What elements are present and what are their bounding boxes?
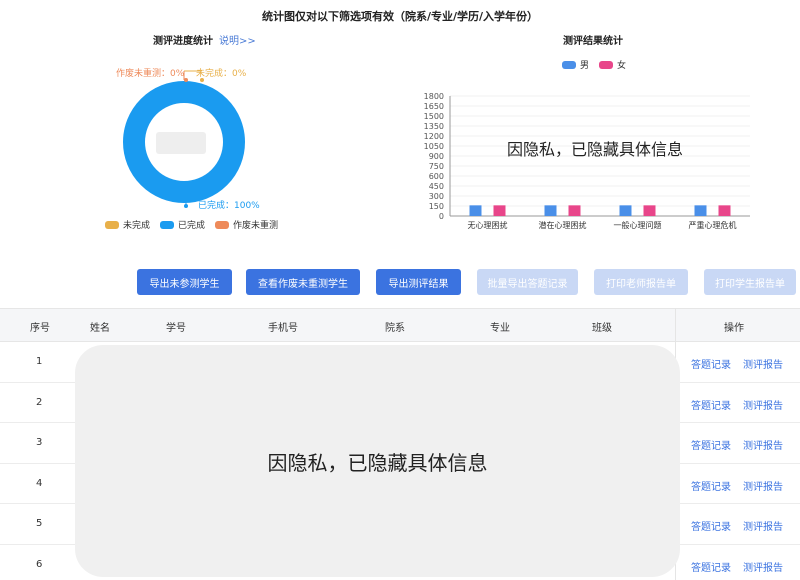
answer-record-link[interactable]: 答题记录 [691,478,731,493]
col-phone: 手机号 [268,323,298,334]
batch-export-button[interactable]: 批量导出答题记录 [477,269,578,295]
assessment-report-link[interactable]: 测评报告 [743,518,783,533]
bar-male [619,205,632,216]
results-title: 测评结果统计 [563,36,623,47]
col-major: 专业 [490,323,510,334]
answer-record-link[interactable]: 答题记录 [691,559,731,574]
col-index: 序号 [30,323,50,334]
y-tick-label: 1500 [424,112,444,121]
print-student-report-button[interactable]: 打印学生报告单 [704,269,796,295]
assessment-report-link[interactable]: 测评报告 [743,397,783,412]
results-legend: 男 女 [562,58,626,71]
y-tick-label: 1650 [424,102,444,111]
answer-record-link[interactable]: 答题记录 [691,437,731,452]
finished-dot [184,204,188,208]
bar-male [469,205,482,216]
legend-male[interactable]: 男 [580,58,589,71]
help-link[interactable]: 说明>> [219,32,256,47]
row-index: 5 [36,518,43,529]
row-index: 4 [36,477,43,489]
legend-swatch-finished [160,220,175,229]
print-teacher-report-button[interactable]: 打印老师报告单 [594,269,688,295]
legend-cheat[interactable]: 作废未重测 [233,218,278,231]
row-index: 6 [36,558,43,570]
col-department: 院系 [385,323,405,334]
row-index: 2 [36,396,43,408]
answer-record-link[interactable]: 答题记录 [691,356,731,371]
export-unassessed-button[interactable]: 导出未参测学生 [137,269,232,295]
legend-unfinished[interactable]: 未完成 [123,218,150,231]
bar-male [544,205,557,216]
col-class: 班级 [592,323,612,334]
filter-notice: 统计图仅对以下筛选项有效（院系/专业/学历/入学年份） [261,10,539,23]
y-tick-label: 0 [439,212,444,221]
y-tick-label: 600 [429,172,444,181]
y-tick-label: 900 [429,152,444,161]
assessment-report-link[interactable]: 测评报告 [743,437,783,452]
legend-swatch-cheat [215,220,230,229]
progress-donut [123,70,245,208]
export-results-button[interactable]: 导出测评结果 [376,269,461,295]
legend-swatch-unfinished [105,220,119,229]
table-privacy-overlay: 因隐私，已隐藏具体信息 [75,345,680,577]
assessment-report-link[interactable]: 测评报告 [743,559,783,574]
answer-record-link[interactable]: 答题记录 [691,518,731,533]
x-tick-label: 潜在心理困扰 [539,220,587,230]
y-tick-label: 150 [429,202,444,211]
finished-label: 已完成：100% [198,201,260,211]
col-student-id: 学号 [166,323,186,334]
col-actions: 操作 [724,323,744,334]
chart-privacy-note: 因隐私，已隐藏具体信息 [506,140,683,159]
table-header: 序号 姓名 学号 手机号 院系 专业 班级 操作 [0,308,800,342]
unfinished-label: 未完成：0% [196,69,247,79]
legend-finished[interactable]: 已完成 [178,218,205,231]
y-tick-label: 1350 [424,122,444,131]
progress-title: 测评进度统计 [153,36,213,47]
bar-female [718,205,731,216]
report-page: { "notice": "统计图仅对以下筛选项有效（院系/专业/学历/入学年份）… [0,0,800,580]
bar-female [643,205,656,216]
x-tick-label: 一般心理问题 [614,220,662,230]
x-tick-label: 严重心理危机 [689,220,737,230]
cheat-label: 作废未重测：0% [116,69,185,79]
answer-record-link[interactable]: 答题记录 [691,397,731,412]
privacy-mask [156,132,206,154]
assessment-report-link[interactable]: 测评报告 [743,478,783,493]
view-cheat-button[interactable]: 查看作废未重测学生 [246,269,360,295]
bar-male [694,205,707,216]
y-tick-label: 1800 [424,92,444,101]
cheat-dot [184,78,188,82]
col-name: 姓名 [90,323,110,334]
bar-female [568,205,581,216]
row-index: 1 [36,356,43,367]
progress-legend: 未完成 已完成 作废未重测 [105,218,278,231]
legend-swatch-male [562,60,576,69]
row-index: 3 [36,437,43,448]
bar-female [493,205,506,216]
legend-female[interactable]: 女 [617,58,626,71]
y-tick-label: 300 [429,192,444,201]
y-tick-label: 1050 [424,142,444,151]
y-tick-label: 450 [429,182,444,191]
assessment-report-link[interactable]: 测评报告 [743,356,783,371]
legend-swatch-female [599,60,614,69]
y-tick-label: 1200 [424,132,444,141]
y-tick-label: 750 [429,162,444,171]
x-tick-label: 无心理困扰 [468,220,508,230]
